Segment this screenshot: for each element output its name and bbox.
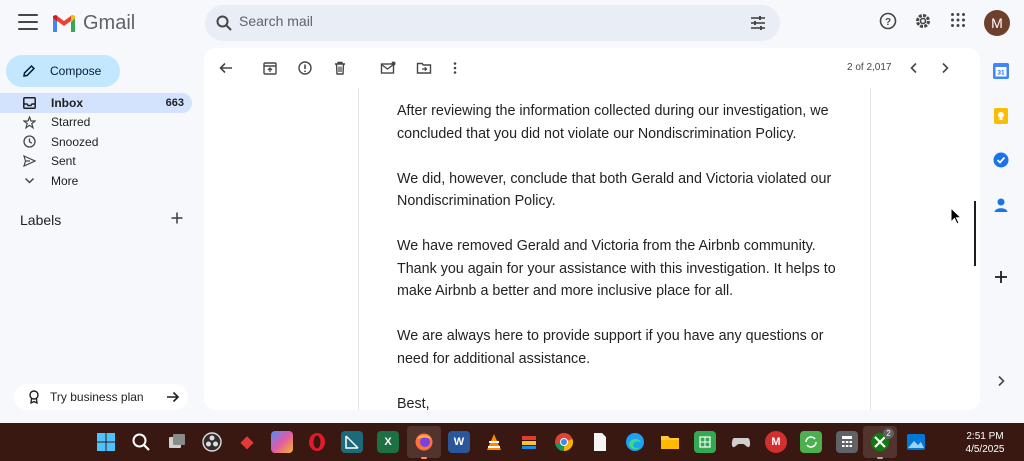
side-panel-divider [974,201,976,266]
contacts-icon[interactable] [992,196,1010,214]
award-ribbon-icon [29,390,39,404]
search-icon[interactable] [215,14,233,32]
add-label-icon[interactable] [170,211,184,225]
pagination-count: 2 of 2,017 [847,62,892,73]
message-frame-left-border [358,88,359,410]
inbox-icon [22,96,36,110]
gmail-m-icon [53,14,75,32]
apps-grid-icon[interactable] [950,12,966,28]
arrow-right-icon [167,391,180,403]
mark-unread-icon[interactable] [380,60,396,76]
settings-gear-icon[interactable] [914,12,932,30]
labels-heading: Labels [20,212,62,228]
mouse-cursor-icon [950,207,962,225]
edge-icon[interactable] [624,431,646,453]
document-file-icon[interactable] [589,431,611,453]
clock-icon [22,135,36,149]
chevron-down-icon [22,174,36,188]
account-avatar[interactable]: M [984,10,1010,36]
vlc-icon[interactable] [483,431,505,453]
gmail-logo[interactable]: Gmail [51,12,135,35]
chevron-left-icon[interactable] [906,60,922,76]
sidebar-item-starred[interactable]: Starred [0,113,192,133]
message-paragraph: We have removed Gerald and Victoria from… [397,238,836,299]
message-paragraph: After reviewing the information collecte… [397,103,829,142]
message-view: 2 of 2,017 After reviewing the informati… [204,48,980,410]
system-clock[interactable]: 2:51 PM 4/5/2025 [960,430,1010,456]
excel-icon[interactable]: X [377,431,399,453]
word-icon[interactable]: W [448,431,470,453]
anydesk-style-red-icon[interactable]: ◆ [236,431,258,453]
report-spam-icon[interactable] [297,60,313,76]
inbox-unread-count: 663 [165,96,184,109]
main-menu-icon[interactable] [18,14,38,30]
task-view-icon[interactable] [166,431,188,453]
sync-app-icon[interactable] [800,431,822,453]
sidebar-item-label: Sent [51,154,76,169]
calendar-icon[interactable]: 31 [992,62,1010,80]
expand-side-panel-chevron-icon[interactable] [992,373,1010,389]
app-name: Gmail [83,12,136,34]
search-bar[interactable] [205,5,780,41]
compose-label: Compose [50,64,102,78]
chrome-icon[interactable] [553,431,575,453]
windows-start-icon[interactable] [95,431,117,453]
more-vertical-icon[interactable] [447,60,463,76]
copilot-icon[interactable] [271,431,293,453]
search-options-icon[interactable] [750,15,766,31]
header: Gmail ? M [0,0,1024,46]
xbox-controller-icon[interactable] [730,431,752,453]
move-to-folder-icon[interactable] [416,60,432,76]
colored-stack-icon[interactable] [518,431,540,453]
star-icon [22,115,36,129]
keep-notes-icon[interactable] [992,107,1010,125]
add-addon-plus-icon[interactable] [992,268,1010,286]
search-input[interactable] [239,13,719,29]
clock-time: 2:51 PM [966,431,1004,442]
message-paragraph: We did, however, conclude that both Gera… [397,170,832,210]
sidebar-item-label: Starred [51,115,91,130]
clock-date: 4/5/2025 [965,444,1005,455]
file-explorer-icon[interactable] [659,431,681,453]
obs-icon[interactable] [201,431,223,453]
archive-icon[interactable] [262,60,278,76]
windows-taskbar: ◆ X W M 2 2:51 PM 4/5/2025 [0,423,1024,461]
sheets-style-icon[interactable] [694,431,716,453]
sidebar-item-more[interactable]: More [0,171,192,191]
mega-m-icon[interactable]: M [765,431,787,453]
xbox-notification-badge: 2 [883,428,894,439]
message-paragraph: We are always here to provide support if… [397,328,824,367]
message-frame-right-border [870,88,871,410]
compose-button[interactable]: Compose [6,55,120,87]
sidebar-item-label: Snoozed [51,134,99,149]
tasks-icon[interactable] [992,151,1010,169]
message-body: After reviewing the information collecte… [397,100,837,410]
try-business-plan-button[interactable]: Try business plan [14,384,188,410]
try-business-plan-label: Try business plan [50,390,144,404]
running-indicator [877,457,883,459]
sidebar-nav: Inbox 663 Starred Snoozed Sent More [0,93,192,191]
send-icon [22,154,36,168]
sidebar-item-label: More [51,173,79,188]
pencil-icon [23,64,36,77]
sidebar-item-label: Inbox [51,95,83,110]
opera-icon[interactable] [306,431,328,453]
photos-icon[interactable] [905,431,927,453]
sidebar-item-inbox[interactable]: Inbox 663 [0,93,192,113]
message-signoff: Best, [397,395,430,411]
pycharm-style-icon[interactable] [341,431,363,453]
sidebar-item-sent[interactable]: Sent [0,152,192,172]
back-arrow-icon[interactable] [218,60,234,76]
running-indicator [421,457,427,459]
firefox-icon[interactable] [413,431,435,453]
sidebar-item-snoozed[interactable]: Snoozed [0,132,192,152]
chevron-right-icon[interactable] [937,60,953,76]
help-icon[interactable]: ? [879,12,897,30]
taskbar-search-icon[interactable] [130,431,152,453]
svg-text:31: 31 [997,70,1005,77]
svg-text:?: ? [885,17,891,28]
delete-trash-icon[interactable] [332,60,348,76]
calculator-icon[interactable] [836,431,858,453]
